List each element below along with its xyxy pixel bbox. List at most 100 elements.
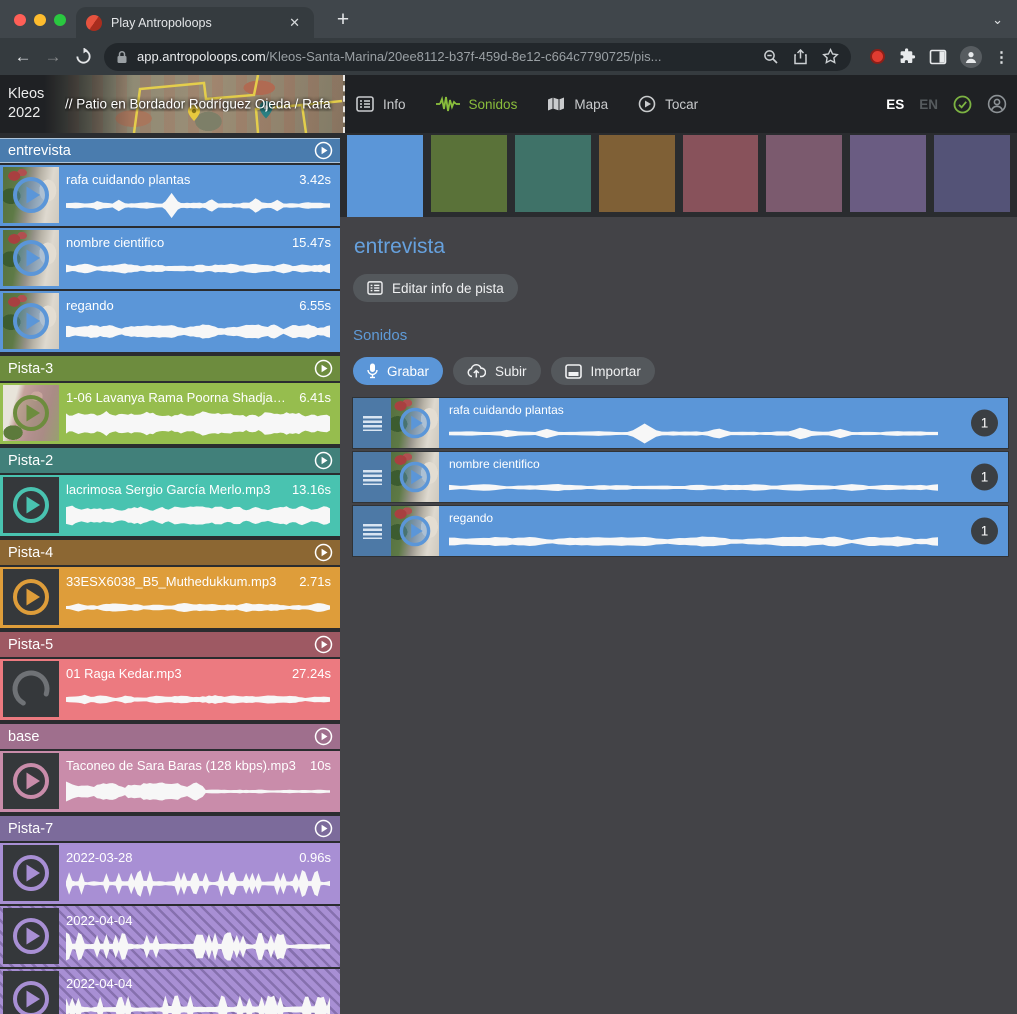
browser-tab[interactable]: Play Antropoloops ✕ <box>76 7 314 38</box>
track-header[interactable]: Pista-3 <box>0 356 340 381</box>
track-play-icon[interactable] <box>314 141 333 160</box>
browser-menu-icon[interactable]: ⋮ <box>994 48 1009 66</box>
lang-en-button[interactable]: EN <box>919 97 938 112</box>
track-play-icon[interactable] <box>314 819 333 838</box>
play-button-icon[interactable] <box>11 485 51 525</box>
track-play-icon[interactable] <box>314 543 333 562</box>
play-button-icon[interactable] <box>11 175 51 215</box>
back-button[interactable]: ← <box>8 42 38 72</box>
panel-sound-row[interactable]: nombre cientifico1 <box>353 452 1008 502</box>
window-zoom-button[interactable] <box>54 14 66 26</box>
track-color-swatch-6[interactable] <box>766 135 842 212</box>
track-header[interactable]: Pista-5 <box>0 632 340 657</box>
address-bar[interactable]: app.antropoloops.com/Kleos-Santa-Marina/… <box>104 43 851 71</box>
tab-tocar[interactable]: Tocar <box>638 95 698 113</box>
sound-row[interactable]: lacrimosa Sergio García Merlo.mp313.16s <box>0 475 340 536</box>
drag-handle[interactable] <box>353 506 391 556</box>
sound-row[interactable]: 01 Raga Kedar.mp327.24s <box>0 659 340 720</box>
track-color-swatch-1[interactable] <box>347 135 423 219</box>
sound-thumbnail[interactable] <box>391 398 439 448</box>
tab-search-chevron-icon[interactable]: ⌄ <box>992 12 1003 28</box>
sound-thumbnail[interactable] <box>3 661 59 717</box>
track-play-icon[interactable] <box>314 635 333 654</box>
tab-mapa[interactable]: Mapa <box>547 96 608 112</box>
sound-thumbnail[interactable] <box>3 845 59 901</box>
zoom-out-indicator-icon[interactable] <box>763 49 779 65</box>
track-header[interactable]: Pista-4 <box>0 540 340 565</box>
sound-row[interactable]: 33ESX6038_B5_Muthedukkum.mp32.71s <box>0 567 340 628</box>
track-header[interactable]: Pista-7 <box>0 816 340 841</box>
play-button-icon[interactable] <box>11 979 51 1014</box>
sound-row[interactable]: 1-06 Lavanya Rama Poorna Shadjam Rupak..… <box>0 383 340 444</box>
track-color-swatch-4[interactable] <box>599 135 675 212</box>
window-close-button[interactable] <box>14 14 26 26</box>
sound-thumbnail[interactable] <box>3 385 59 441</box>
forward-button[interactable]: → <box>38 42 68 72</box>
record-extension-icon[interactable] <box>870 49 885 64</box>
sound-row[interactable]: 2022-03-280.96s <box>0 843 340 904</box>
track-header[interactable]: Pista-2 <box>0 448 340 473</box>
tab-close-icon[interactable]: ✕ <box>285 13 304 33</box>
profile-avatar[interactable] <box>960 46 982 68</box>
sound-row[interactable]: 2022-04-04 <box>0 906 340 967</box>
sound-row[interactable]: nombre cientifico15.47s <box>0 228 340 289</box>
sound-thumbnail[interactable] <box>3 908 59 964</box>
sound-thumbnail[interactable] <box>391 452 439 502</box>
tab-info[interactable]: Info <box>356 96 406 112</box>
track-color-swatch-8[interactable] <box>934 135 1010 212</box>
sound-row[interactable]: regando6.55s <box>0 291 340 352</box>
tab-sonidos[interactable]: Sonidos <box>436 96 518 112</box>
import-button[interactable]: Importar <box>551 357 655 385</box>
new-tab-button[interactable]: + <box>328 6 358 36</box>
play-button-icon[interactable] <box>11 238 51 278</box>
record-button[interactable]: Grabar <box>353 357 443 385</box>
play-button-icon[interactable] <box>398 514 432 548</box>
play-button-icon[interactable] <box>11 577 51 617</box>
play-button-icon[interactable] <box>11 853 51 893</box>
sound-thumbnail[interactable] <box>3 477 59 533</box>
play-button-icon[interactable] <box>11 301 51 341</box>
lang-es-button[interactable]: ES <box>886 97 904 112</box>
play-button-icon[interactable] <box>11 761 51 801</box>
loop-count-badge[interactable]: 1 <box>971 518 998 545</box>
panel-sound-row[interactable]: regando1 <box>353 506 1008 556</box>
sound-row[interactable]: rafa cuidando plantas3.42s <box>0 165 340 226</box>
loop-count-badge[interactable]: 1 <box>971 464 998 491</box>
sound-thumbnail[interactable] <box>3 167 59 223</box>
track-header[interactable]: entrevista <box>0 138 340 163</box>
sound-thumbnail[interactable] <box>3 971 59 1014</box>
drag-handle[interactable] <box>353 398 391 448</box>
play-button-icon[interactable] <box>11 393 51 433</box>
play-button-icon[interactable] <box>11 916 51 956</box>
track-play-icon[interactable] <box>314 451 333 470</box>
panel-sound-row[interactable]: rafa cuidando plantas1 <box>353 398 1008 448</box>
track-play-icon[interactable] <box>314 727 333 746</box>
edit-track-info-button[interactable]: Editar info de pista <box>353 274 518 302</box>
extensions-puzzle-icon[interactable] <box>898 48 916 66</box>
sound-thumbnail[interactable] <box>3 753 59 809</box>
share-icon[interactable] <box>793 49 808 65</box>
upload-button[interactable]: Subir <box>453 357 541 385</box>
sound-row[interactable]: 2022-04-04 <box>0 969 340 1014</box>
window-minimize-button[interactable] <box>34 14 46 26</box>
sound-row[interactable]: Taconeo de Sara Baras (128 kbps).mp310s <box>0 751 340 812</box>
play-button-icon[interactable] <box>398 406 432 440</box>
sound-thumbnail[interactable] <box>3 293 59 349</box>
track-color-swatch-3[interactable] <box>515 135 591 212</box>
account-icon[interactable] <box>987 94 1007 114</box>
sound-thumbnail[interactable] <box>3 230 59 286</box>
url-text[interactable]: app.antropoloops.com/Kleos-Santa-Marina/… <box>137 49 749 64</box>
sound-thumbnail[interactable] <box>3 569 59 625</box>
loading-spinner-icon[interactable] <box>11 669 51 709</box>
track-color-swatch-5[interactable] <box>683 135 759 212</box>
check-circle-icon[interactable] <box>953 95 972 114</box>
play-button-icon[interactable] <box>398 460 432 494</box>
sound-thumbnail[interactable] <box>391 506 439 556</box>
loop-count-badge[interactable]: 1 <box>971 410 998 437</box>
track-header[interactable]: base <box>0 724 340 749</box>
side-panel-icon[interactable] <box>929 49 947 65</box>
track-color-swatch-7[interactable] <box>850 135 926 212</box>
track-play-icon[interactable] <box>314 359 333 378</box>
reload-button[interactable] <box>68 42 98 72</box>
drag-handle[interactable] <box>353 452 391 502</box>
